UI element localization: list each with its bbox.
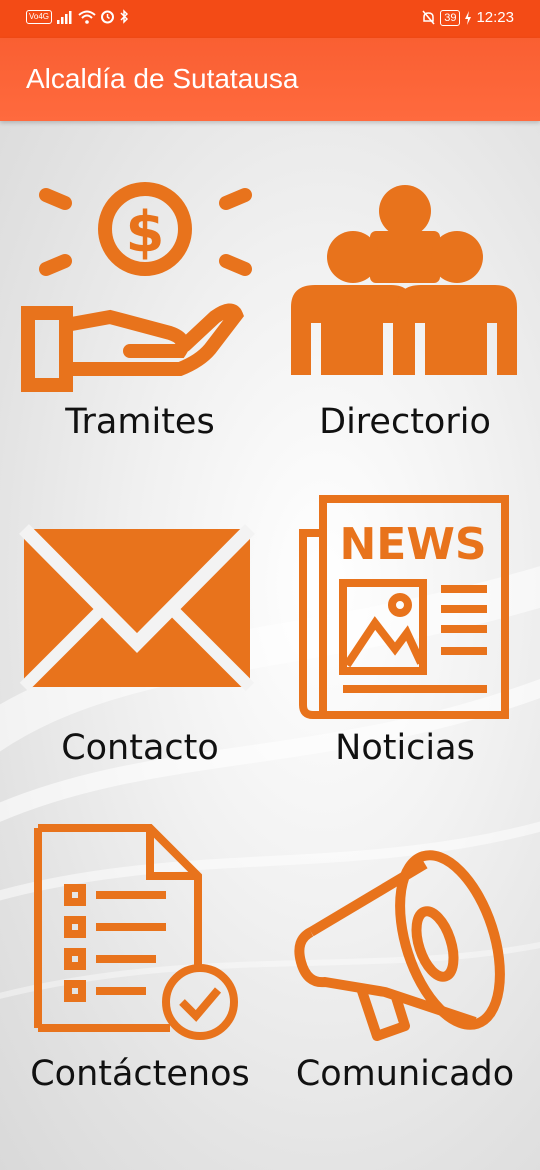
app-bar: Alcaldía de Sutatausa	[0, 38, 540, 121]
menu-item-tramites[interactable]: $ Tramites	[10, 165, 270, 465]
menu-item-contactenos[interactable]: Contáctenos	[10, 822, 270, 1122]
checklist-document-icon	[34, 824, 238, 1040]
page-title: Alcaldía de Sutatausa	[26, 63, 299, 94]
menu-label: Contacto	[61, 728, 219, 768]
status-bar: Vo4G 39 12:23	[0, 0, 540, 38]
menu-label: Comunicado	[295, 1054, 515, 1094]
money-hand-icon: $	[21, 182, 252, 392]
menu-label: Directorio	[319, 402, 491, 442]
envelope-icon	[19, 524, 255, 692]
charging-icon	[465, 10, 472, 25]
alarm-icon	[101, 10, 115, 24]
wifi-icon	[78, 10, 96, 24]
battery-level: 39	[440, 9, 461, 26]
svg-text:$: $	[126, 200, 165, 265]
menu-item-noticias[interactable]: NEWS Noticias	[275, 493, 535, 793]
menu-label: Contáctenos	[30, 1054, 250, 1094]
clock-time: 12:23	[476, 9, 514, 26]
signal-icon	[57, 10, 72, 24]
people-icon	[291, 185, 517, 375]
menu-item-comunicado[interactable]: Comunicado	[275, 822, 535, 1122]
mute-icon	[422, 10, 435, 25]
megaphone-icon	[294, 850, 505, 1041]
network-badge: Vo4G	[26, 9, 53, 24]
news-text: NEWS	[339, 519, 486, 570]
newspaper-icon: NEWS	[299, 495, 509, 719]
menu-label: Tramites	[65, 402, 215, 442]
bluetooth-icon	[120, 9, 129, 24]
menu-label: Noticias	[335, 728, 475, 768]
menu-item-contacto[interactable]: Contacto	[10, 493, 270, 793]
menu-item-directorio[interactable]: Directorio	[275, 165, 535, 465]
